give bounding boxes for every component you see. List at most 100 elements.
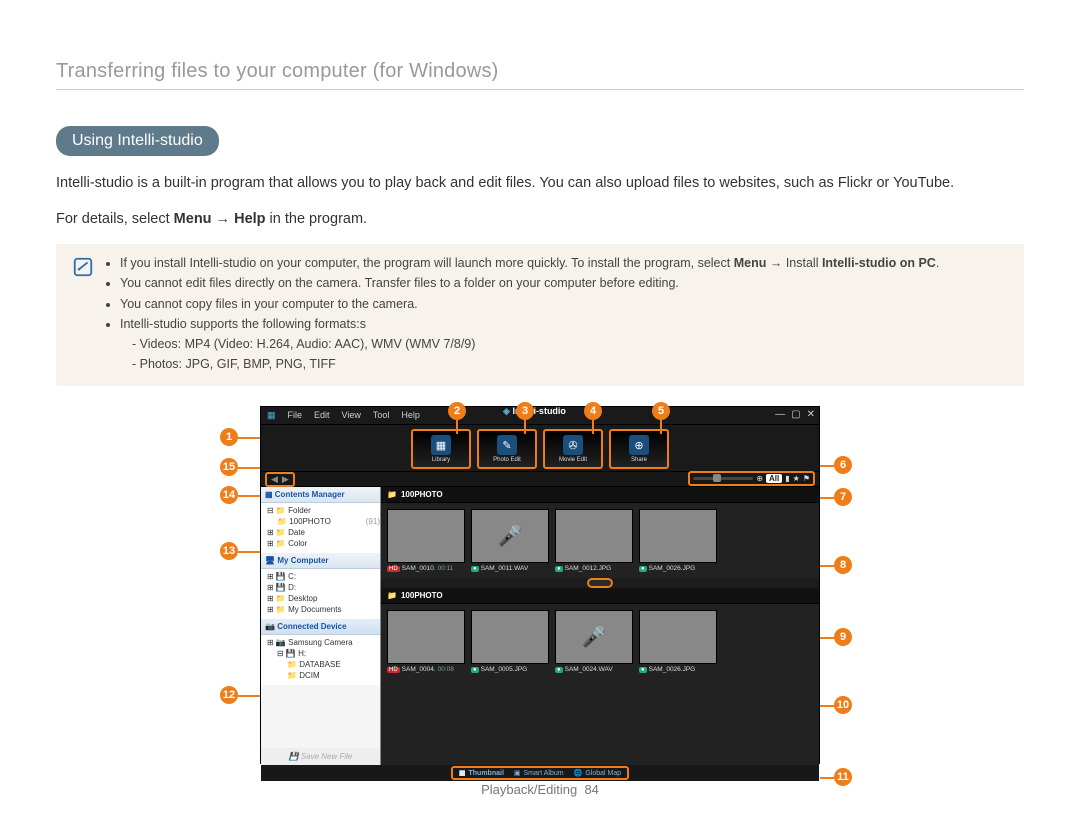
window-close[interactable]: ✕ <box>807 409 815 420</box>
thumb-caption: HDSAM_0004. 00:08 <box>387 664 465 673</box>
app-window: ▦ File Edit View Tool Help ◈ Intelli-stu… <box>260 406 820 764</box>
upper-thumbs: HDSAM_0010. 00:11●SAM_0011.WAV●SAM_0012.… <box>381 503 819 578</box>
view-thumbnail[interactable]: ▦ Thumbnail <box>459 769 504 777</box>
thumb-caption: ●SAM_0026.JPG <box>639 563 717 572</box>
menubar: ▦ File Edit View Tool Help ◈ Intelli-stu… <box>261 407 819 425</box>
tree-100photo[interactable]: 📁 100PHOTO (91) <box>277 516 380 527</box>
tree-connected: ⊞ 📷 Samsung Camera ⊟ 💾 H: 📁 DATABASE 📁 D… <box>261 635 380 685</box>
app-title: ◈ Intelli-studio <box>503 406 566 417</box>
thumb-caption: ●SAM_0012.JPG <box>555 563 633 572</box>
file-name: SAM_0010. <box>402 565 436 572</box>
note-item-3: You cannot copy files in your computer t… <box>120 295 939 314</box>
folder-icon: 📁 <box>387 591 397 600</box>
thumbnail[interactable]: ●SAM_0012.JPG <box>555 509 633 572</box>
grip-icon[interactable] <box>587 578 613 588</box>
lower-folder-header: 📁100PHOTO <box>381 588 819 604</box>
menu-edit[interactable]: Edit <box>314 410 330 421</box>
split-handle[interactable] <box>381 578 819 588</box>
help-bold: Help <box>234 211 265 227</box>
window-minimize[interactable]: — <box>775 409 785 420</box>
thumbnail[interactable]: ●SAM_0011.WAV <box>471 509 549 572</box>
mode-library[interactable]: ▦Library <box>411 429 471 469</box>
app-icon: ▦ <box>267 410 276 421</box>
file-badge: ● <box>555 667 563 673</box>
mode-tabs: ▦Library ✎Photo Edit ✇Movie Edit ⊕Share <box>261 425 819 471</box>
mode-share[interactable]: ⊕Share <box>609 429 669 469</box>
thumb-caption: ●SAM_0024.WAV <box>555 664 633 673</box>
thumbnail[interactable]: ●SAM_0005.JPG <box>471 610 549 673</box>
filter-all[interactable]: All <box>766 474 782 483</box>
tree-drive-c[interactable]: ⊞ 💾 C: <box>267 571 380 582</box>
thumb-image[interactable] <box>387 610 465 664</box>
filter-flag-icon[interactable]: ⚑ <box>803 474 810 483</box>
intro-paragraph-1: Intelli-studio is a built-in program tha… <box>56 172 1024 196</box>
callout-5: 5 <box>652 402 670 420</box>
callout-13: 13 <box>220 542 238 560</box>
thumbnail[interactable]: HDSAM_0010. 00:11 <box>387 509 465 572</box>
tree-database[interactable]: 📁 DATABASE <box>287 659 380 670</box>
menu-help[interactable]: Help <box>401 410 420 421</box>
arrow: → <box>212 211 235 227</box>
file-duration: 00:08 <box>438 666 454 673</box>
view-global-map[interactable]: 🌐 Global Map <box>574 769 622 777</box>
thumb-image[interactable] <box>555 610 633 664</box>
filter-tag-icon[interactable]: ▮ <box>785 474 789 483</box>
nav-forward-icon[interactable]: ▶ <box>282 474 289 485</box>
note-subitem-photos: - Photos: JPG, GIF, BMP, PNG, TIFF <box>132 355 939 374</box>
intro-tail: in the program. <box>266 211 368 227</box>
menu-file[interactable]: File <box>288 410 303 421</box>
thumb-image[interactable] <box>471 610 549 664</box>
section-pill: Using Intelli-studio <box>56 126 219 156</box>
upper-folder-header: 📁100PHOTO <box>381 487 819 503</box>
bottombar: ▦ Thumbnail ▣ Smart Album 🌐 Global Map <box>261 765 819 781</box>
menu-view[interactable]: View <box>342 410 361 421</box>
page-heading: Transferring files to your computer (for… <box>56 60 1024 90</box>
nav-back-icon[interactable]: ◀ <box>271 474 278 485</box>
sidebar-mycomputer-header: 🖥 My Computer <box>261 553 380 569</box>
thumb-image[interactable] <box>387 509 465 563</box>
tree-folder[interactable]: ⊟ 📁 Folder <box>267 505 380 516</box>
file-badge: HD <box>387 667 400 673</box>
note-box: If you install Intelli-studio on your co… <box>56 244 1024 386</box>
save-new-file-button[interactable]: 💾 Save New File <box>261 748 380 765</box>
thumb-image[interactable] <box>555 509 633 563</box>
thumb-image[interactable] <box>471 509 549 563</box>
thumb-image[interactable] <box>639 509 717 563</box>
thumb-caption: ●SAM_0026.JPG <box>639 664 717 673</box>
tree-dcim[interactable]: 📁 DCIM <box>287 670 380 681</box>
tree-desktop[interactable]: ⊞ 📁 Desktop <box>267 593 380 604</box>
callout-8: 8 <box>834 556 852 574</box>
tree-mycomputer: ⊞ 💾 C: ⊞ 💾 D: ⊞ 📁 Desktop ⊞ 📁 My Documen… <box>261 569 380 619</box>
tree-drive-h[interactable]: ⊟ 💾 H: <box>277 648 380 659</box>
filter-star-icon[interactable]: ★ <box>793 474 800 483</box>
mode-photo-edit[interactable]: ✎Photo Edit <box>477 429 537 469</box>
callout-11: 11 <box>834 768 852 786</box>
zoom-slider[interactable] <box>693 477 753 480</box>
main-area: 📁100PHOTO HDSAM_0010. 00:11●SAM_0011.WAV… <box>381 487 819 765</box>
thumbnail[interactable]: HDSAM_0004. 00:08 <box>387 610 465 673</box>
file-name: SAM_0011.WAV <box>481 565 529 572</box>
thumbnail[interactable]: ●SAM_0026.JPG <box>639 509 717 572</box>
note-item-2: You cannot edit files directly on the ca… <box>120 274 939 293</box>
tree-color[interactable]: ⊞ 📁 Color <box>267 538 380 549</box>
tree-date[interactable]: ⊞ 📁 Date <box>267 527 380 538</box>
view-smart-album[interactable]: ▣ Smart Album <box>514 769 564 777</box>
file-duration: 00:11 <box>438 565 454 572</box>
thumb-image[interactable] <box>639 610 717 664</box>
menu-tool[interactable]: Tool <box>373 410 390 421</box>
zoom-in-icon[interactable]: ⊕ <box>756 474 763 483</box>
lower-thumbs: HDSAM_0004. 00:08 ●SAM_0005.JPG ●SAM_0024.… <box>381 604 819 679</box>
tree-contents: ⊟ 📁 Folder 📁 100PHOTO (91) ⊞ 📁 Date ⊞ 📁 … <box>261 503 380 553</box>
file-name: SAM_0026.JPG <box>649 666 696 673</box>
tree-camera[interactable]: ⊞ 📷 Samsung Camera <box>267 637 380 648</box>
tree-mydocs[interactable]: ⊞ 📁 My Documents <box>267 604 380 615</box>
thumbnail[interactable]: ●SAM_0026.JPG <box>639 610 717 673</box>
callout-14: 14 <box>220 486 238 504</box>
file-badge: HD <box>387 566 400 572</box>
tree-drive-d[interactable]: ⊞ 💾 D: <box>267 582 380 593</box>
callout-1: 1 <box>220 428 238 446</box>
mode-movie-edit[interactable]: ✇Movie Edit <box>543 429 603 469</box>
thumbnail[interactable]: ●SAM_0024.WAV <box>555 610 633 673</box>
window-maximize[interactable]: ▢ <box>791 409 800 420</box>
nav-arrows[interactable]: ◀ ▶ <box>265 472 295 487</box>
